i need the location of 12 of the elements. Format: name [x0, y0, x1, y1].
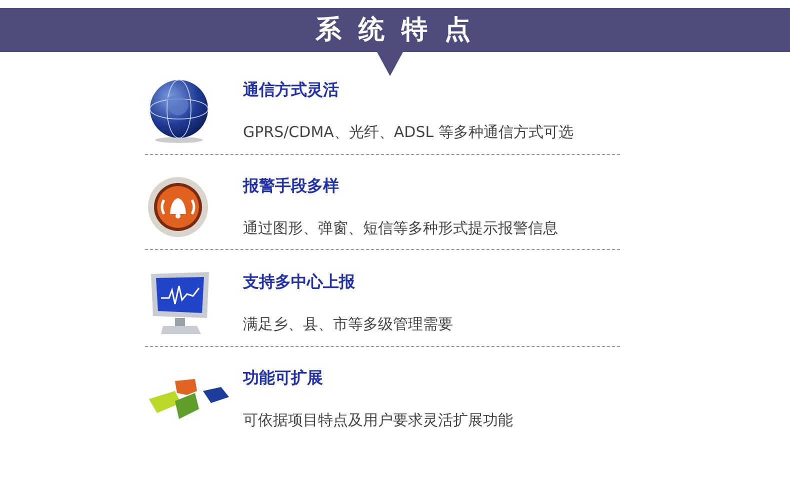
feature-description: 可依据项目特点及用户要求灵活扩展功能: [243, 410, 513, 431]
feature-description: 满足乡、县、市等多级管理需要: [243, 314, 453, 335]
feature-description: GPRS/CDMA、光纤、ADSL 等多种通信方式可选: [243, 122, 574, 143]
feature-title: 支持多中心上报: [243, 271, 356, 293]
puzzle-pieces-icon: [147, 377, 231, 421]
globe-icon: [147, 78, 211, 144]
banner-title: 系 统 特 点: [315, 14, 475, 46]
feature-title: 功能可扩展: [243, 367, 324, 389]
feature-title: 通信方式灵活: [243, 79, 340, 101]
feature-title: 报警手段多样: [243, 175, 340, 197]
feature-description: 通过图形、弹窗、短信等多种形式提示报警信息: [243, 218, 558, 239]
alarm-bell-icon: [147, 176, 209, 238]
